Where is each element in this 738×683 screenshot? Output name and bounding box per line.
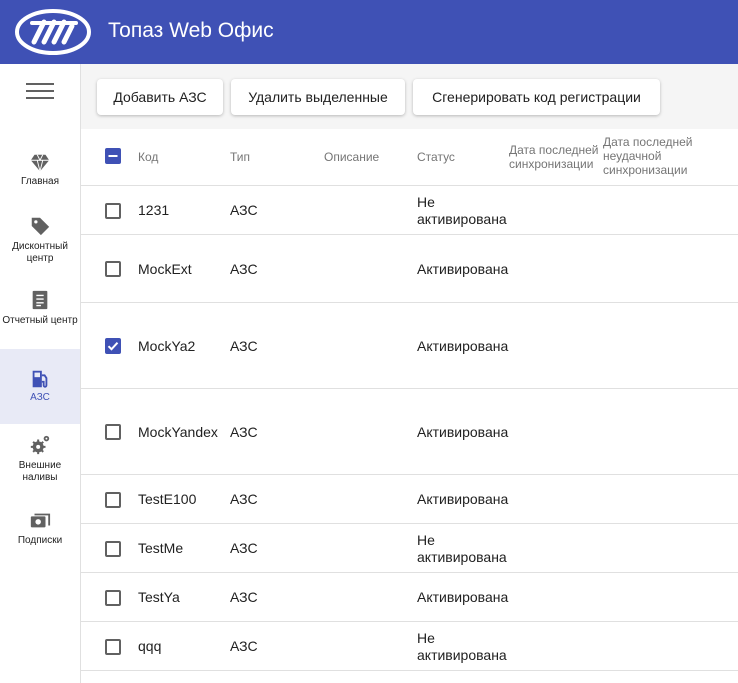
row-checkbox[interactable]	[105, 590, 121, 606]
row-checkbox[interactable]	[105, 541, 121, 557]
app-bar: Топаз Web Офис	[0, 0, 738, 64]
report-icon	[32, 290, 48, 310]
table-row[interactable]: TestMe АЗС Не активирована	[81, 524, 738, 573]
cell-code: MockYandex	[138, 424, 218, 440]
sidebar-item-label: Внешние наливы	[18, 460, 62, 483]
column-header-code[interactable]: Код	[138, 150, 158, 164]
stations-table: Код Тип Описание Статус Дата последней с…	[81, 129, 738, 683]
cell-status: Не активирована	[417, 532, 507, 565]
cell-type: АЗС	[230, 338, 258, 354]
column-header-type[interactable]: Тип	[230, 150, 250, 164]
sidebar-item-home[interactable]: Главная	[0, 140, 80, 215]
column-header-status[interactable]: Статус	[417, 150, 455, 164]
cell-status: Активирована	[417, 338, 509, 354]
cell-code: MockExt	[138, 261, 192, 277]
cell-status: Активирована	[417, 424, 509, 440]
cell-code: TestMe	[138, 540, 184, 556]
row-checkbox[interactable]	[105, 203, 121, 219]
select-all-checkbox[interactable]	[105, 148, 121, 164]
row-checkbox[interactable]	[105, 639, 121, 655]
sidebar-item-gas-stations[interactable]: АЗС	[0, 349, 80, 424]
cell-code: qqq	[138, 638, 162, 654]
sidebar-item-external-fills[interactable]: Внешние наливы	[0, 426, 80, 501]
cell-type: АЗС	[230, 638, 258, 654]
diamond-icon	[30, 154, 50, 172]
tag-icon	[31, 217, 50, 236]
subscription-icon	[30, 513, 51, 528]
table-row[interactable]: MockYa2 АЗС Активирована	[81, 303, 738, 389]
sidebar-item-label: Главная	[20, 176, 60, 187]
row-checkbox[interactable]	[105, 424, 121, 440]
row-checkbox[interactable]	[105, 338, 121, 354]
sidebar-item-discount-center[interactable]: Дисконтный центр	[0, 207, 80, 282]
column-header-last-failed-sync[interactable]: Дата последней неудачной синхронизации	[603, 135, 703, 177]
topaz-logo-icon[interactable]	[14, 8, 92, 56]
sidebar-item-label: Дисконтный центр	[12, 241, 68, 264]
table-row[interactable]: TestE100 АЗС Активирована	[81, 475, 738, 524]
sidebar: Главная Дисконтный центр Отчетный центр …	[0, 64, 81, 683]
sidebar-item-label: Отчетный центр	[2, 315, 78, 326]
sidebar-item-label: АЗС	[30, 392, 50, 403]
table-header: Код Тип Описание Статус Дата последней с…	[81, 129, 738, 186]
cell-type: АЗС	[230, 589, 258, 605]
cell-type: АЗС	[230, 202, 258, 218]
checkmark-icon	[105, 338, 121, 354]
cell-type: АЗС	[230, 540, 258, 556]
cell-type: АЗС	[230, 261, 258, 277]
cell-status: Активирована	[417, 261, 509, 277]
gas-station-icon	[32, 370, 48, 388]
sidebar-item-report-center[interactable]: Отчетный центр	[0, 279, 80, 354]
cell-status: Активирована	[417, 589, 509, 605]
main-content: Добавить АЗС Удалить выделенные Сгенерир…	[81, 64, 738, 683]
add-station-button[interactable]: Добавить АЗС	[97, 79, 223, 115]
app-title: Топаз Web Офис	[108, 19, 274, 42]
table-row[interactable]: qqq АЗС Не активирована	[81, 622, 738, 671]
cell-code: TestYa	[138, 589, 180, 605]
table-row[interactable]: TestYa АЗС Активирована	[81, 573, 738, 622]
table-row[interactable]: MockYandex АЗС Активирована	[81, 389, 738, 475]
cell-type: АЗС	[230, 491, 258, 507]
column-header-last-sync[interactable]: Дата последней синхронизации	[509, 143, 603, 171]
hamburger-icon[interactable]	[26, 80, 56, 102]
indeterminate-icon	[105, 148, 121, 164]
sidebar-item-subscriptions[interactable]: Подписки	[0, 499, 80, 574]
sidebar-item-label: Подписки	[17, 535, 63, 546]
cell-status: Не активирована	[417, 194, 507, 227]
gears-icon	[30, 435, 50, 455]
cell-code: MockYa2	[138, 338, 196, 354]
cell-code: TestE100	[138, 491, 197, 507]
cell-status: Активирована	[417, 491, 509, 507]
cell-type: АЗС	[230, 424, 258, 440]
cell-code: 1231	[138, 202, 170, 218]
generate-registration-code-button[interactable]: Сгенерировать код регистрации	[413, 79, 660, 115]
cell-status: Не активирована	[417, 630, 507, 663]
column-header-description[interactable]: Описание	[324, 150, 379, 164]
delete-selected-button[interactable]: Удалить выделенные	[231, 79, 405, 115]
table-row[interactable]: MockExt АЗС Активирована	[81, 235, 738, 303]
row-checkbox[interactable]	[105, 492, 121, 508]
table-row[interactable]: 1231 АЗС Не активирована	[81, 186, 738, 235]
row-checkbox[interactable]	[105, 261, 121, 277]
